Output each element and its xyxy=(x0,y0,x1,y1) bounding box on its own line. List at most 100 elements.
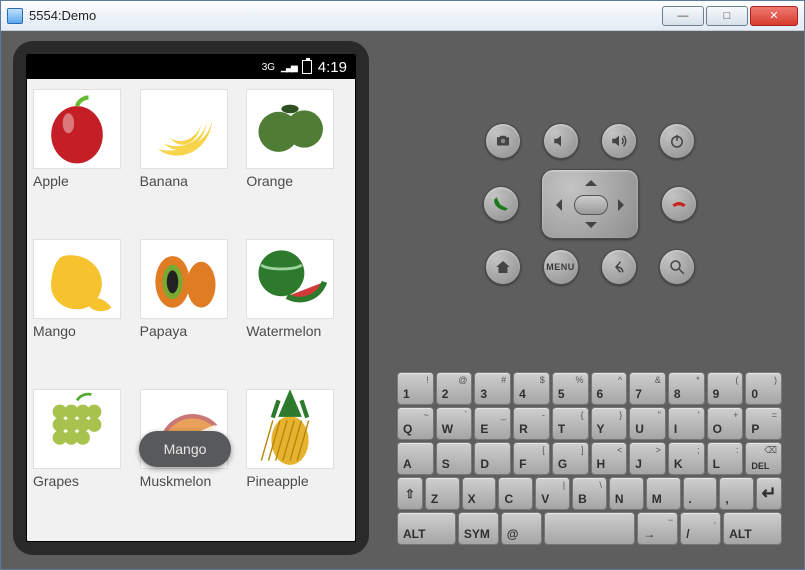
dpad-right[interactable] xyxy=(618,199,630,211)
key-0[interactable]: 0) xyxy=(745,372,782,405)
key-/[interactable]: /, xyxy=(680,512,721,545)
key-L[interactable]: L: xyxy=(707,442,744,475)
search-button[interactable] xyxy=(659,249,695,285)
key-,[interactable]: , xyxy=(719,477,754,510)
key-DEL[interactable]: DEL⌫ xyxy=(745,442,782,475)
control-row-3: MENU xyxy=(485,249,695,285)
fruit-cell-orange[interactable]: Orange xyxy=(246,89,349,231)
key-S[interactable]: S xyxy=(436,442,473,475)
fruit-image xyxy=(33,239,121,319)
fruit-label: Orange xyxy=(246,173,349,189)
control-row-2 xyxy=(483,169,697,239)
camera-button[interactable] xyxy=(485,123,521,159)
key-W[interactable]: W` xyxy=(436,407,473,440)
power-button[interactable] xyxy=(659,123,695,159)
key-4[interactable]: 4$ xyxy=(513,372,550,405)
dpad[interactable] xyxy=(541,169,639,239)
key-P[interactable]: P= xyxy=(745,407,782,440)
key-3[interactable]: 3# xyxy=(474,372,511,405)
device-screen[interactable]: 3G ▁▃▅ 4:19 AppleBananaOrange MangoPapaya… xyxy=(26,54,356,542)
key-SYM[interactable]: SYM xyxy=(458,512,499,545)
window-body: 3G ▁▃▅ 4:19 AppleBananaOrange MangoPapaya… xyxy=(1,31,804,569)
fruit-image xyxy=(140,89,228,169)
key-D[interactable]: D xyxy=(474,442,511,475)
key-V[interactable]: V| xyxy=(535,477,570,510)
key-8[interactable]: 8* xyxy=(668,372,705,405)
home-button[interactable] xyxy=(485,249,521,285)
key-Z[interactable]: Z xyxy=(425,477,460,510)
key-H[interactable]: H< xyxy=(591,442,628,475)
maximize-button[interactable]: □ xyxy=(706,6,748,26)
key-↵[interactable]: ↵ xyxy=(756,477,782,510)
fruit-grid[interactable]: AppleBananaOrange MangoPapayaWatermelon Gr… xyxy=(27,79,355,541)
key-Y[interactable]: Y} xyxy=(591,407,628,440)
titlebar: 5554:Demo — □ ✕ xyxy=(1,1,804,31)
key-.[interactable]: . xyxy=(683,477,718,510)
key-7[interactable]: 7& xyxy=(629,372,666,405)
key-B[interactable]: B\ xyxy=(572,477,607,510)
key-@[interactable]: @ xyxy=(501,512,542,545)
window-title: 5554:Demo xyxy=(29,8,662,23)
call-button[interactable] xyxy=(483,186,519,222)
fruit-image xyxy=(246,239,334,319)
signal-icon: ▁▃▅ xyxy=(281,62,296,73)
close-button[interactable]: ✕ xyxy=(750,6,798,26)
device-frame: 3G ▁▃▅ 4:19 AppleBananaOrange MangoPapaya… xyxy=(13,41,369,555)
emulator-window: 5554:Demo — □ ✕ 3G ▁▃▅ 4:19 AppleBananaO… xyxy=(0,0,805,570)
key-A[interactable]: A xyxy=(397,442,434,475)
key-space[interactable] xyxy=(544,512,636,545)
fruit-label: Mango xyxy=(33,323,136,339)
minimize-button[interactable]: — xyxy=(662,6,704,26)
key-O[interactable]: O+ xyxy=(707,407,744,440)
key-ALT[interactable]: ALT xyxy=(723,512,782,545)
fruit-cell-papaya[interactable]: Papaya xyxy=(140,239,243,381)
network-label: 3G xyxy=(262,62,275,73)
fruit-label: Grapes xyxy=(33,473,136,489)
key-I[interactable]: I' xyxy=(668,407,705,440)
fruit-cell-watermelon[interactable]: Watermelon xyxy=(246,239,349,381)
fruit-cell-pineapple[interactable]: Pineapple xyxy=(246,389,349,531)
keyboard-row: ⇧ZXCV|B\NM.,↵ xyxy=(397,477,782,510)
battery-icon xyxy=(302,60,312,74)
menu-button[interactable]: MENU xyxy=(543,249,579,285)
dpad-up[interactable] xyxy=(585,174,597,186)
key-9[interactable]: 9( xyxy=(707,372,744,405)
dpad-left[interactable] xyxy=(550,199,562,211)
key-C[interactable]: C xyxy=(498,477,533,510)
back-button[interactable] xyxy=(601,249,637,285)
key-T[interactable]: T{ xyxy=(552,407,589,440)
key-X[interactable]: X xyxy=(462,477,497,510)
key-5[interactable]: 5% xyxy=(552,372,589,405)
fruit-label: Apple xyxy=(33,173,136,189)
key-G[interactable]: G] xyxy=(552,442,589,475)
dpad-down[interactable] xyxy=(585,222,597,234)
key-⇧[interactable]: ⇧ xyxy=(397,477,423,510)
key-→[interactable]: →− xyxy=(637,512,678,545)
status-bar: 3G ▁▃▅ 4:19 xyxy=(27,55,355,79)
key-J[interactable]: J> xyxy=(629,442,666,475)
key-E[interactable]: E_ xyxy=(474,407,511,440)
key-M[interactable]: M xyxy=(646,477,681,510)
fruit-cell-grapes[interactable]: Grapes xyxy=(33,389,136,531)
key-R[interactable]: R- xyxy=(513,407,550,440)
key-Q[interactable]: Q~ xyxy=(397,407,434,440)
keyboard: 1!2@3#4$5%6^7&8*9(0)Q~W`E_R-T{Y}U"I'O+P=… xyxy=(387,366,792,555)
key-F[interactable]: F[ xyxy=(513,442,550,475)
fruit-cell-banana[interactable]: Banana xyxy=(140,89,243,231)
fruit-cell-mango[interactable]: Mango xyxy=(33,239,136,381)
key-6[interactable]: 6^ xyxy=(591,372,628,405)
key-K[interactable]: K; xyxy=(668,442,705,475)
key-2[interactable]: 2@ xyxy=(436,372,473,405)
app-icon xyxy=(7,8,23,24)
key-U[interactable]: U" xyxy=(629,407,666,440)
key-ALT[interactable]: ALT xyxy=(397,512,456,545)
volume-up-button[interactable] xyxy=(601,123,637,159)
dpad-center[interactable] xyxy=(574,195,608,215)
fruit-cell-apple[interactable]: Apple xyxy=(33,89,136,231)
fruit-image xyxy=(246,389,334,469)
end-call-button[interactable] xyxy=(661,186,697,222)
key-N[interactable]: N xyxy=(609,477,644,510)
key-1[interactable]: 1! xyxy=(397,372,434,405)
keyboard-row: 1!2@3#4$5%6^7&8*9(0) xyxy=(397,372,782,405)
volume-down-button[interactable] xyxy=(543,123,579,159)
